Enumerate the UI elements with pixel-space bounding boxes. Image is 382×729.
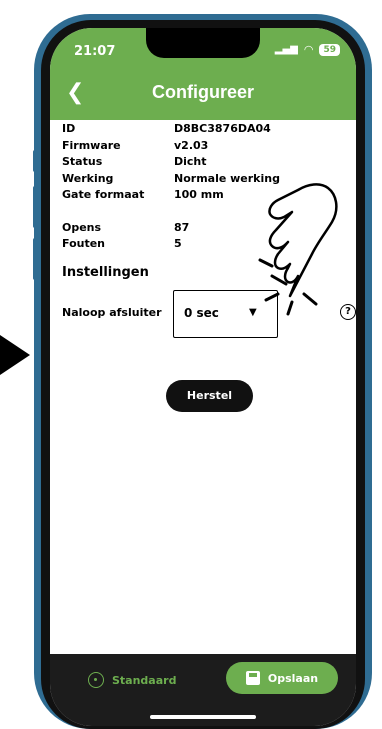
battery-icon: 59 (319, 43, 340, 56)
info-label: Fouten (62, 237, 106, 250)
status-icons: ▂▄▆ ◠ 59 (275, 43, 340, 56)
save-label: Opslaan (267, 671, 319, 685)
reset-button[interactable]: Herstel (166, 380, 253, 412)
naloop-label: Naloop afsluiter (62, 306, 162, 319)
info-value: 5 (174, 237, 182, 250)
info-value: 87 (174, 220, 190, 234)
info-value: Dicht (174, 155, 207, 168)
info-row-status: Status Dicht (62, 155, 280, 172)
info-row-firmware: Firmware v2.03 (62, 139, 280, 156)
info-label: Gate formaat (62, 188, 145, 201)
info-label: Firmware (62, 138, 121, 152)
app-header: ❮ Configureer (50, 70, 356, 120)
hand-pointer-icon (258, 183, 338, 316)
notch (146, 28, 260, 58)
page-title: Configureer (151, 82, 254, 102)
standaard-button[interactable]: Standaard (88, 672, 176, 688)
side-button (33, 238, 37, 280)
side-button (33, 150, 37, 172)
help-icon[interactable]: ? (340, 304, 356, 320)
save-button[interactable]: Opslaan (226, 662, 338, 694)
side-button (33, 186, 37, 228)
info-label: Werking (62, 171, 114, 185)
info-label: ID (62, 122, 76, 135)
info-value: v2.03 (174, 138, 209, 152)
footer-bar: Standaard Opslaan (50, 654, 356, 726)
signal-icon: ▂▄▆ (274, 44, 298, 55)
info-value: D8BC3876DA04 (174, 122, 271, 135)
status-bar: 21:07 ▂▄▆ ◠ 59 (50, 28, 356, 70)
wifi-icon: ◠ (303, 43, 314, 56)
info-label: Opens (62, 220, 102, 234)
settings-title: Instellingen (62, 265, 149, 280)
info-row-id: ID D8BC3876DA04 (62, 122, 280, 139)
restore-icon (88, 672, 104, 688)
phone-screen: 21:07 ▂▄▆ ◠ 59 ❮ Configureer ID D8BC3876… (50, 28, 356, 726)
pointer-arrow-icon (0, 335, 30, 375)
info-label: Status (62, 155, 103, 168)
info-value: 100 mm (174, 188, 224, 201)
select-value: 0 sec (184, 306, 219, 320)
status-time: 21:07 (74, 44, 116, 59)
save-icon (245, 671, 260, 685)
home-indicator (150, 715, 256, 719)
standaard-label: Standaard (112, 673, 177, 687)
